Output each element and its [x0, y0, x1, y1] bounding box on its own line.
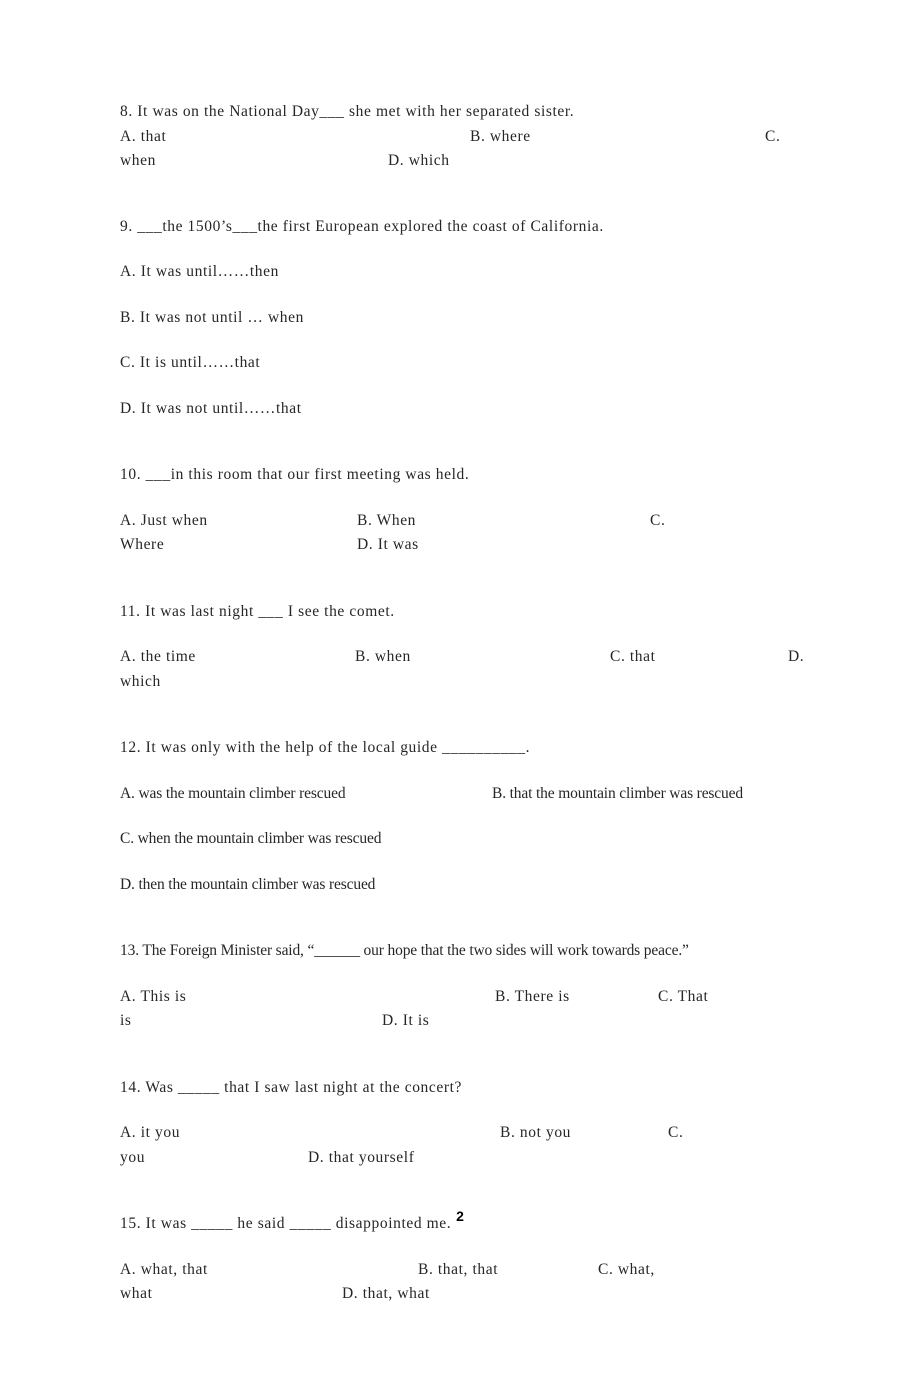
option-c-continuation: what	[120, 1285, 153, 1302]
question-stem: 11. It was last night ___ I see the come…	[120, 602, 395, 620]
option-c-partial: C. what,	[598, 1260, 655, 1278]
option-c: C. that	[610, 648, 656, 665]
option-row-continued: when D. which	[120, 149, 920, 174]
option-c-continuation: is	[120, 1012, 132, 1029]
question-block-15: 15. It was _____ he said _____ disappoin…	[120, 1212, 920, 1307]
option-row: A. what, that B. that, that C. what,	[120, 1258, 920, 1283]
option-row: A. This is B. There is C. That	[120, 985, 920, 1010]
option-d: D. It was not until……that	[120, 399, 302, 417]
line-spacer	[120, 806, 920, 827]
option-row-continued: which	[120, 670, 920, 695]
option-b: B. There is	[495, 987, 570, 1005]
line-spacer	[120, 488, 920, 509]
option-c-partial: C.	[765, 127, 781, 145]
line-spacer	[120, 376, 920, 397]
option-row: A. was the mountain climber rescued B. t…	[120, 782, 920, 807]
option-b: B. when	[355, 648, 411, 665]
question-block-10: 10. ___in this room that our first meeti…	[120, 463, 920, 558]
option-row-continued: what D. that, what	[120, 1282, 920, 1307]
option-a: A. It was until……then	[120, 263, 279, 280]
question-block-12: 12. It was only with the help of the loc…	[120, 736, 920, 897]
option-b: B. When	[357, 511, 417, 529]
option-row: A. that B. where C.	[120, 125, 920, 150]
option-b: B. It was not until … when	[120, 308, 304, 326]
option-a: A. that	[120, 127, 167, 145]
line-spacer	[120, 964, 920, 985]
option-c-continuation: when	[120, 152, 156, 169]
question-stem: 13. The Foreign Minister said, “______ o…	[120, 942, 689, 959]
line-spacer	[120, 761, 920, 782]
question-block-14: 14. Was _____ that I saw last night at t…	[120, 1076, 920, 1171]
option-d-partial: D.	[788, 648, 805, 665]
question-stem: 9. ___the 1500’s___the first European ex…	[120, 217, 604, 235]
option-a: A. the time	[120, 648, 196, 665]
option-a: A. Just when	[120, 511, 208, 529]
line-spacer	[120, 285, 920, 306]
option-d: D. then the mountain climber was rescued	[120, 875, 376, 893]
question-block-11: 11. It was last night ___ I see the come…	[120, 600, 920, 695]
option-row-continued: is D. It is	[120, 1009, 920, 1034]
option-a: A. what, that	[120, 1260, 208, 1278]
question-stem: 12. It was only with the help of the loc…	[120, 739, 531, 756]
option-c-continuation: you	[120, 1148, 146, 1166]
option-row-continued: you D. that yourself	[120, 1146, 920, 1171]
option-b: B. not you	[500, 1124, 572, 1141]
line-spacer	[120, 239, 920, 260]
option-a: A. it you	[120, 1124, 181, 1141]
question-block-9: 9. ___the 1500’s___the first European ex…	[120, 215, 920, 422]
line-spacer	[120, 624, 920, 645]
option-d: D. It was	[357, 536, 419, 553]
line-spacer	[120, 330, 920, 351]
question-stem: 8. It was on the National Day___ she met…	[120, 103, 575, 120]
page-content: 8. It was on the National Day___ she met…	[120, 100, 920, 1307]
line-spacer	[120, 1100, 920, 1121]
option-d: D. that, what	[342, 1285, 430, 1302]
option-b: B. that, that	[418, 1260, 499, 1278]
question-stem: 14. Was _____ that I saw last night at t…	[120, 1078, 462, 1096]
document-page: 8. It was on the National Day___ she met…	[0, 0, 920, 1302]
option-d: D. It is	[382, 1012, 430, 1029]
option-d-continuation: which	[120, 672, 161, 690]
option-d: D. which	[388, 152, 450, 169]
option-c: C. when the mountain climber was rescued	[120, 830, 382, 847]
option-row-continued: Where D. It was	[120, 533, 920, 558]
option-row: A. the time B. when C. that D.	[120, 645, 920, 670]
option-b: B. that the mountain climber was rescued	[492, 784, 743, 802]
option-c-partial: C. That	[658, 987, 709, 1005]
option-a: A. was the mountain climber rescued	[120, 784, 346, 802]
question-block-8: 8. It was on the National Day___ she met…	[120, 100, 920, 174]
option-c: C. It is until……that	[120, 354, 261, 371]
line-spacer	[120, 1237, 920, 1258]
option-row: A. Just when B. When C.	[120, 509, 920, 534]
option-row: A. it you B. not you C.	[120, 1121, 920, 1146]
question-stem: 10. ___in this room that our first meeti…	[120, 466, 470, 483]
option-c-partial: C.	[650, 511, 666, 529]
question-block-13: 13. The Foreign Minister said, “______ o…	[120, 939, 920, 1034]
option-a: A. This is	[120, 987, 187, 1005]
page-number: 2	[456, 1208, 464, 1224]
option-d: D. that yourself	[308, 1148, 415, 1166]
option-b: B. where	[470, 127, 531, 145]
option-c-partial: C.	[668, 1124, 684, 1141]
line-spacer	[120, 852, 920, 873]
option-c-continuation: Where	[120, 536, 165, 553]
